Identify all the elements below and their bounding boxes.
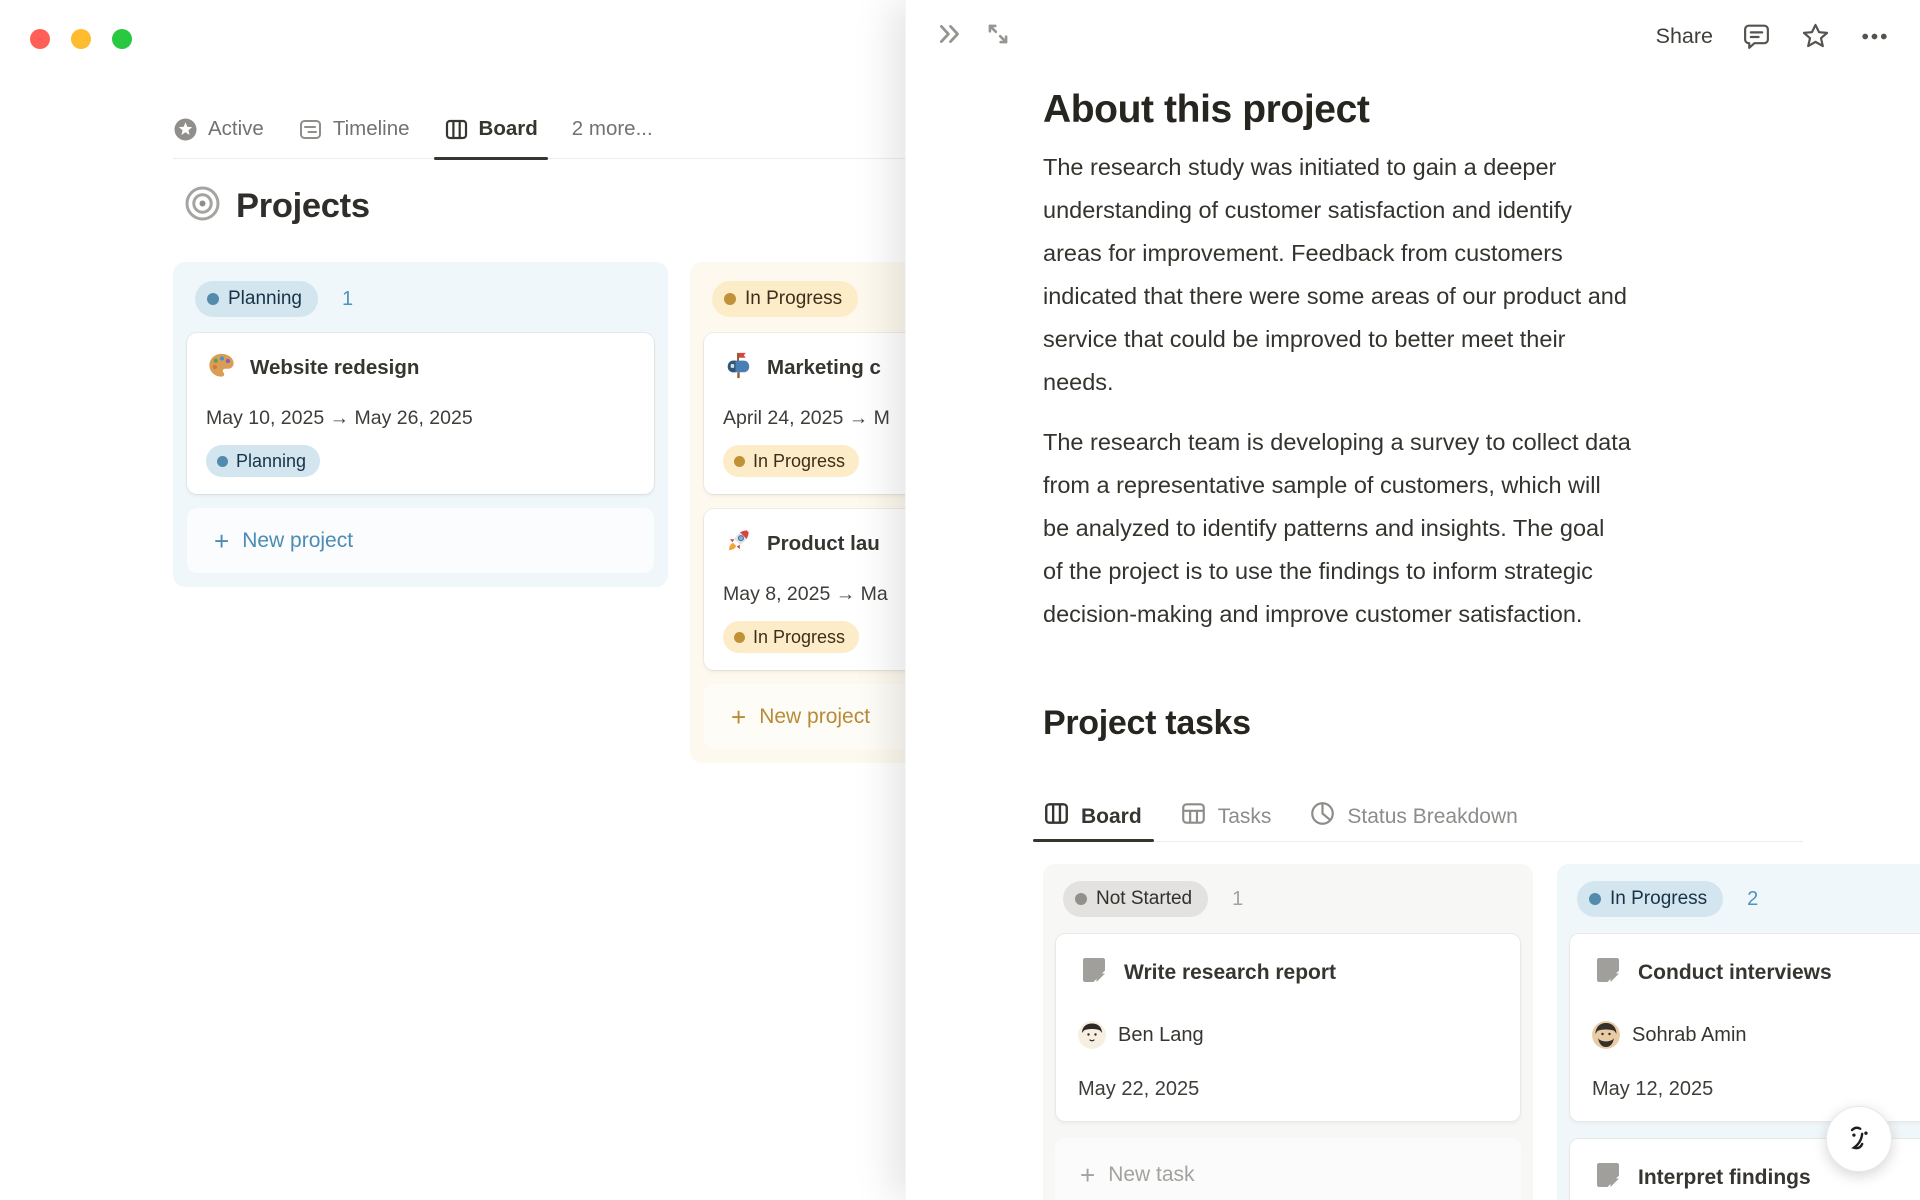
tab-active-view[interactable]: Active bbox=[173, 100, 264, 158]
tab-timeline-view[interactable]: Timeline bbox=[298, 100, 410, 158]
tab-more-views[interactable]: 2 more... bbox=[572, 100, 653, 158]
tab-tasks-table-view[interactable]: Tasks bbox=[1180, 792, 1272, 841]
expand-page-button[interactable] bbox=[984, 20, 1012, 48]
plus-icon: + bbox=[731, 701, 747, 732]
assignee-name: Sohrab Amin bbox=[1632, 1023, 1747, 1046]
favorite-star-icon[interactable] bbox=[1800, 21, 1831, 52]
card-status-tag: Planning bbox=[206, 445, 321, 477]
page-title-text: Projects bbox=[236, 186, 370, 225]
target-icon bbox=[184, 185, 221, 227]
project-card-website-redesign[interactable]: Website redesign May 10, 2025 → May 26, … bbox=[187, 333, 654, 494]
avatar bbox=[1078, 1021, 1106, 1049]
status-dot bbox=[724, 293, 736, 305]
column-count: 1 bbox=[1232, 887, 1244, 910]
table-icon bbox=[1180, 800, 1207, 833]
column-header: Not Started 1 bbox=[1055, 876, 1521, 923]
status-badge-not-started[interactable]: Not Started bbox=[1063, 881, 1209, 917]
sticky-note-icon bbox=[1592, 954, 1624, 991]
status-dot bbox=[734, 455, 745, 467]
tab-label: Board bbox=[1081, 804, 1142, 828]
status-dot bbox=[1589, 893, 1601, 905]
task-card-write-research-report[interactable]: Write research report Ben Lang May 22, 2… bbox=[1055, 933, 1521, 1122]
board-icon bbox=[1043, 800, 1070, 833]
status-badge-planning[interactable]: Planning bbox=[195, 281, 318, 317]
mailbox-icon bbox=[723, 350, 754, 386]
sticky-note-icon bbox=[1078, 954, 1110, 991]
tab-label: Status Breakdown bbox=[1347, 804, 1518, 828]
card-date: May 22, 2025 bbox=[1078, 1078, 1200, 1100]
section-heading-project-tasks: Project tasks bbox=[1043, 704, 1251, 742]
tab-label: Tasks bbox=[1217, 804, 1272, 828]
new-project-button[interactable]: + New project bbox=[187, 508, 654, 573]
assignee-row: Ben Lang bbox=[1078, 1021, 1498, 1049]
star-circle-icon bbox=[173, 117, 198, 142]
board-column-planning: Planning 1 Website redesign May 10, 2025… bbox=[173, 262, 668, 587]
panel-nav-right: Share bbox=[1656, 16, 1890, 56]
card-title: Interpret findings bbox=[1638, 1165, 1811, 1189]
board-icon bbox=[444, 117, 469, 142]
about-paragraph-2: The research team is developing a survey… bbox=[1043, 429, 1631, 627]
status-dot bbox=[207, 293, 219, 305]
card-status-tag: In Progress bbox=[723, 621, 860, 653]
close-window-button[interactable] bbox=[30, 29, 50, 49]
share-button[interactable]: Share bbox=[1656, 24, 1713, 49]
card-date: May 12, 2025 bbox=[1592, 1078, 1714, 1100]
notion-ai-button[interactable] bbox=[1826, 1106, 1892, 1172]
tab-label: Board bbox=[478, 117, 538, 140]
plus-icon: + bbox=[214, 525, 230, 556]
tab-status-breakdown-view[interactable]: Status Breakdown bbox=[1309, 792, 1518, 841]
window-controls bbox=[30, 29, 132, 49]
close-side-peek-button[interactable] bbox=[936, 20, 964, 48]
assignee-name: Ben Lang bbox=[1118, 1023, 1204, 1046]
column-header: In Progress 2 bbox=[1569, 876, 1920, 923]
status-dot bbox=[217, 455, 228, 467]
side-peek-panel: Share About this project The research st… bbox=[905, 0, 1920, 1200]
plus-icon: + bbox=[1080, 1160, 1096, 1190]
panel-nav-left bbox=[936, 20, 1012, 48]
section-heading-about: About this project bbox=[1043, 88, 1370, 131]
card-title: Write research report bbox=[1124, 960, 1337, 984]
tasks-view-tabs: Board Tasks Status Breakdown bbox=[1033, 792, 1803, 842]
palette-icon bbox=[206, 350, 237, 386]
timeline-icon bbox=[298, 117, 323, 142]
minimize-window-button[interactable] bbox=[71, 29, 91, 49]
card-date-range: May 10, 2025 → May 26, 2025 bbox=[206, 407, 473, 429]
column-count: 2 bbox=[1747, 887, 1759, 910]
projects-view-tabs: Active Timeline Board 2 more... bbox=[173, 100, 908, 160]
assignee-row: Sohrab Amin bbox=[1592, 1021, 1920, 1049]
tab-label: Active bbox=[208, 117, 264, 140]
page-title: Projects bbox=[184, 185, 370, 227]
more-options-icon[interactable] bbox=[1859, 21, 1890, 52]
tasks-column-not-started: Not Started 1 Write research report Ben … bbox=[1043, 864, 1533, 1200]
card-title: Marketing c bbox=[767, 356, 881, 379]
card-title: Website redesign bbox=[250, 356, 420, 379]
card-status-tag: In Progress bbox=[723, 445, 860, 477]
pie-chart-icon bbox=[1309, 800, 1336, 833]
task-card-conduct-interviews[interactable]: Conduct interviews Sohrab Amin May 12, 2… bbox=[1569, 933, 1920, 1122]
card-title: Product lau bbox=[767, 532, 880, 555]
status-dot bbox=[1075, 893, 1087, 905]
ai-face-icon bbox=[1840, 1118, 1878, 1161]
tab-board-view[interactable]: Board bbox=[433, 100, 549, 160]
avatar bbox=[1592, 1021, 1620, 1049]
tab-tasks-board-view[interactable]: Board bbox=[1033, 792, 1154, 842]
zoom-window-button[interactable] bbox=[112, 29, 132, 49]
rocket-icon bbox=[723, 526, 754, 562]
status-badge-in-progress[interactable]: In Progress bbox=[712, 281, 859, 317]
about-paragraph-1: The research study was initiated to gain… bbox=[1043, 154, 1627, 395]
new-task-button[interactable]: + New task bbox=[1055, 1138, 1521, 1200]
tab-label: 2 more... bbox=[571, 117, 653, 140]
tasks-board: Not Started 1 Write research report Ben … bbox=[1043, 864, 1920, 1200]
card-title: Conduct interviews bbox=[1638, 960, 1832, 984]
comments-icon[interactable] bbox=[1741, 21, 1772, 52]
tab-label: Timeline bbox=[332, 117, 410, 140]
sticky-note-icon bbox=[1592, 1159, 1624, 1196]
status-dot bbox=[734, 631, 745, 643]
column-count: 1 bbox=[341, 287, 354, 310]
status-badge-in-progress[interactable]: In Progress bbox=[1577, 881, 1724, 917]
column-header: Planning 1 bbox=[187, 276, 654, 323]
